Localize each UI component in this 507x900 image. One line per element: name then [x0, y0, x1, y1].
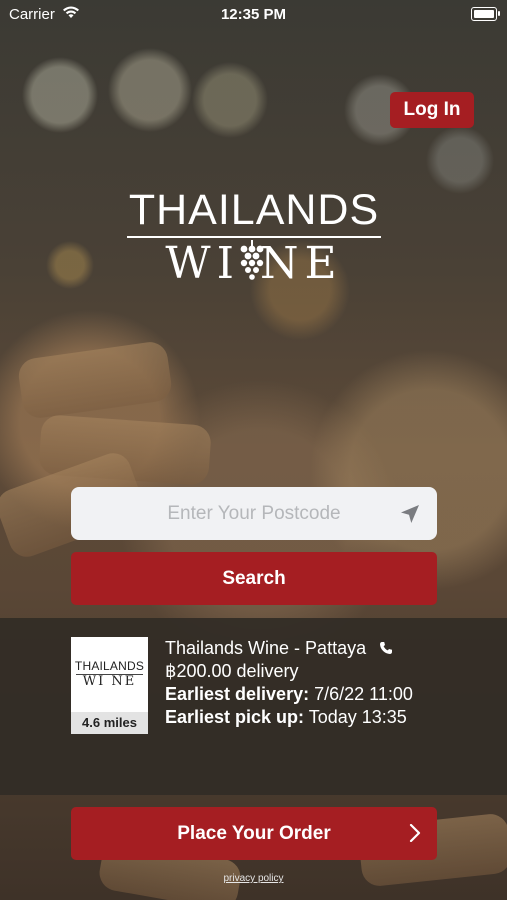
privacy-policy-link[interactable]: privacy policy	[0, 873, 507, 884]
phone-icon[interactable]	[379, 641, 393, 655]
login-button[interactable]: Log In	[390, 92, 474, 128]
search-button[interactable]: Search	[71, 552, 437, 605]
battery-icon	[471, 7, 500, 21]
earliest-pickup-label: Earliest pick up:	[165, 707, 305, 727]
earliest-delivery-value: 7/6/22 11:00	[314, 684, 413, 704]
store-info[interactable]: Thailands Wine - Pattaya ฿200.00 deliver…	[165, 637, 413, 729]
store-name: Thailands Wine - Pattaya	[165, 638, 367, 658]
store-logo-line2: WI NE	[82, 674, 137, 689]
earliest-pickup: Earliest pick up: Today 13:35	[165, 706, 413, 729]
earliest-delivery-label: Earliest delivery:	[165, 684, 310, 704]
grape-icon	[240, 240, 264, 280]
brand-logo: THAILANDS WI NE	[127, 188, 381, 288]
place-order-button[interactable]: Place Your Order	[71, 807, 437, 860]
store-delivery-fee: ฿200.00 delivery	[165, 661, 299, 681]
location-arrow-icon[interactable]	[399, 503, 421, 525]
store-logo[interactable]: THAILANDS WI NE 4.6 miles	[71, 637, 148, 734]
logo-line1: THAILANDS	[128, 186, 380, 234]
store-logo-line1: THAILANDS	[74, 659, 145, 673]
logo-line2: WI NE	[127, 240, 381, 288]
postcode-input[interactable]	[71, 487, 437, 540]
chevron-right-icon	[409, 824, 421, 842]
status-bar: Carrier 12:35 PM	[0, 0, 507, 28]
store-distance: 4.6 miles	[71, 712, 148, 734]
postcode-field[interactable]	[71, 487, 437, 540]
status-time: 12:35 PM	[220, 6, 287, 23]
earliest-delivery: Earliest delivery: 7/6/22 11:00	[165, 683, 413, 706]
place-order-label: Place Your Order	[177, 822, 331, 844]
earliest-pickup-value: Today 13:35	[308, 707, 407, 727]
